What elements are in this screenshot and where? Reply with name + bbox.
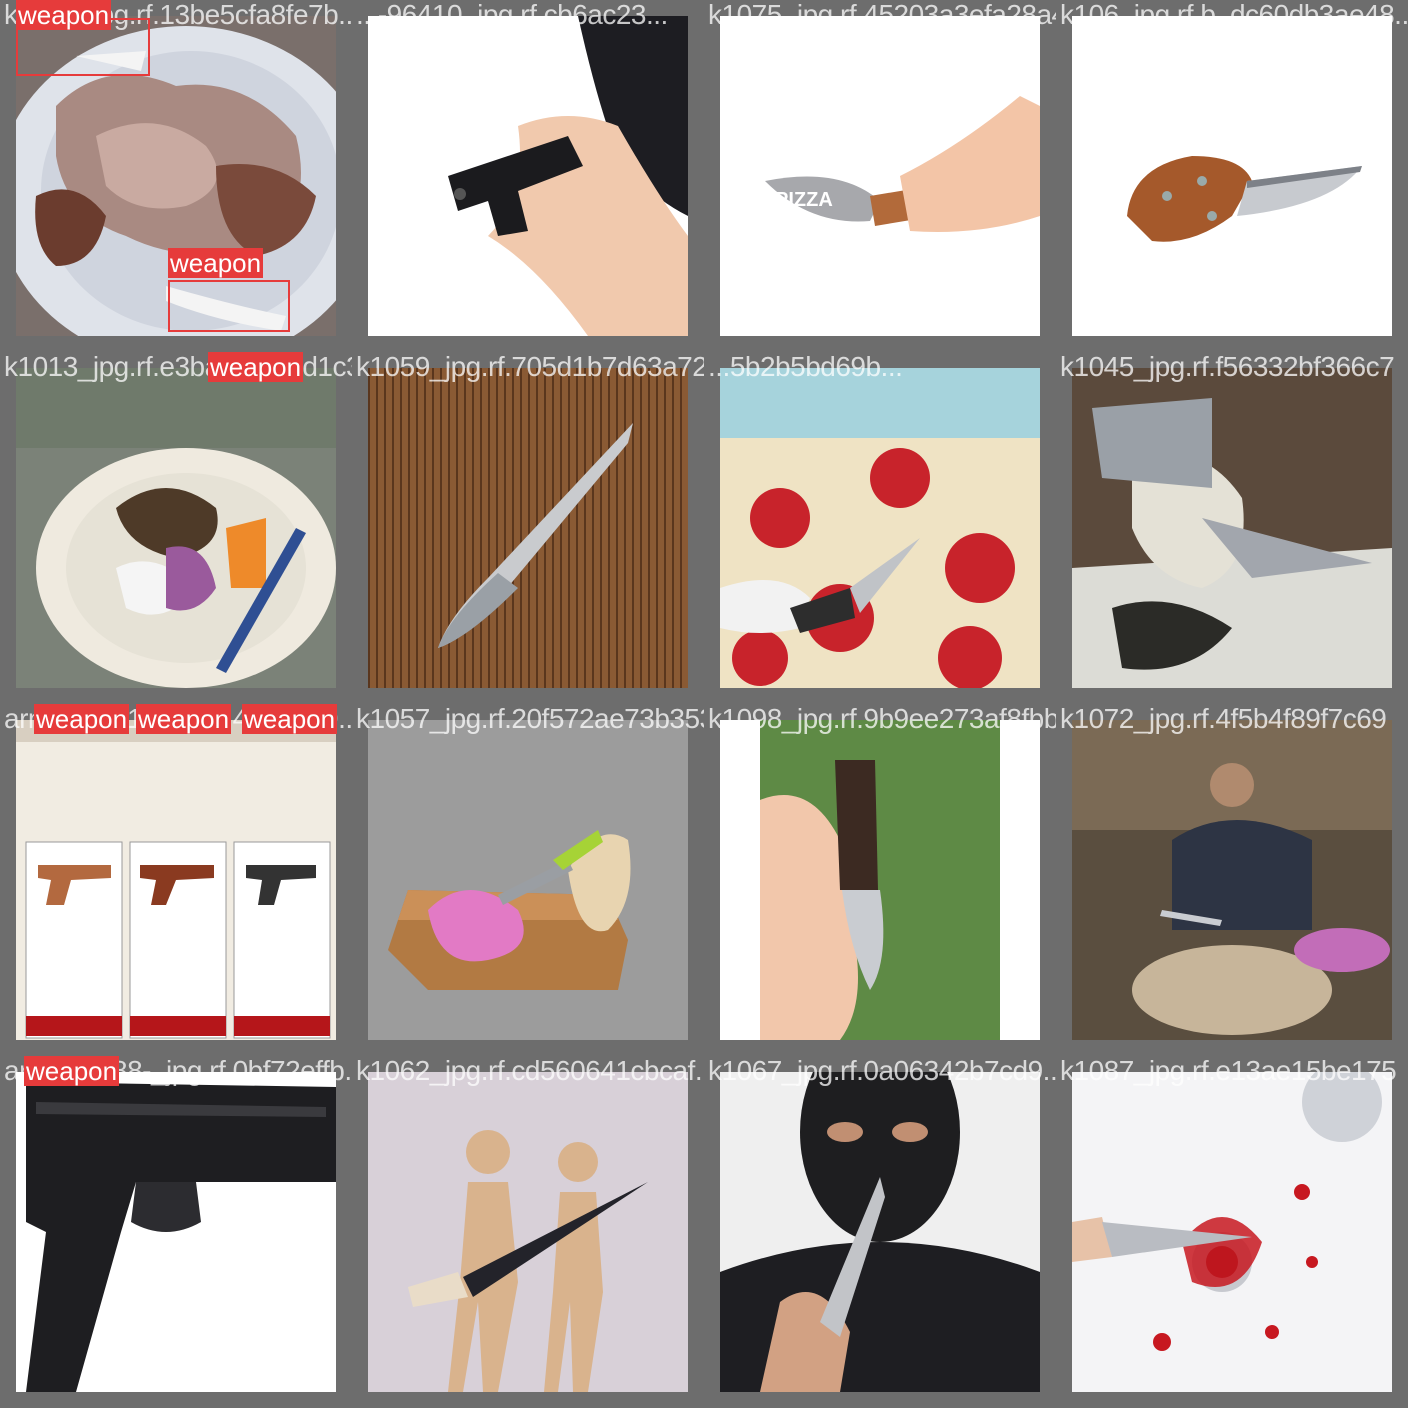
photo-grass-knife [720, 720, 1040, 1040]
image-tile: k1013_jpg.rf.e3baaeaf39d1c3a60...weapon [0, 352, 352, 704]
image-tile: k1067_jpg.rf.0a06342b7cd9...weapon [704, 1056, 1056, 1408]
class-label: weapon [34, 704, 130, 734]
class-label: weapon [136, 704, 232, 734]
bounding-box [168, 280, 290, 332]
photo-rose-knife [720, 368, 1040, 688]
class-label: weapon [168, 248, 264, 278]
photo-blood-sink [1072, 1072, 1392, 1392]
image-tile: k1009_jpg.rf.13be5cfa8fe7b... weapon weapo… [0, 0, 352, 352]
image-tile: armas--988-_jpg.rf.0bf72effb... weapon [0, 1056, 352, 1408]
photo-pizza-knife: PIZZA [720, 16, 1040, 336]
photo-masked-man [720, 1072, 1040, 1392]
photo-bark-knife [1072, 368, 1392, 688]
photo-pink-board [368, 720, 688, 1040]
photo-pistol-white [16, 1072, 336, 1392]
image-tile: k1072_jpg.rf.4f5b4f89f7c69weapon [1056, 704, 1408, 1056]
photo-gun-catalog [16, 720, 336, 1040]
image-tile: k106_jpg.rf.b..dc60db3ae48...weapon [1056, 0, 1408, 352]
svg-text:PIZZA: PIZZA [775, 189, 833, 211]
photo-wood-knife [1072, 16, 1392, 336]
image-tile: ...-96410_jpg.rf.cb6ac23...weapon [352, 0, 704, 352]
class-label: weapon [16, 0, 112, 30]
image-tile: k1087_jpg.rf.e13ae15be175weapon [1056, 1056, 1408, 1408]
photo-pistol-hand [368, 16, 688, 336]
photo-salad-plate [16, 368, 336, 688]
photo-grinder [1072, 720, 1392, 1040]
image-tile: k1057_jpg.rf.20f572ae73b35358b...weapon [352, 704, 704, 1056]
image-tile: ...5b2b5bd69b...weapon [704, 352, 1056, 704]
photo-bamboo-knife [368, 368, 688, 688]
class-label: weapon [208, 352, 304, 382]
image-tile: k1045_jpg.rf.f56332bf366c7weapon [1056, 352, 1408, 704]
image-tile: k1062_jpg.rf.cd560641cbcaf...weapon [352, 1056, 704, 1408]
photo-mannequins [368, 1072, 688, 1392]
detection-grid: k1009_jpg.rf.13be5cfa8fe7b... weapon weapo… [0, 0, 1408, 1408]
class-label: weapon [24, 1056, 120, 1086]
image-tile: k1098_jpg.rf.9b9ee273af8fbb...weapon [704, 704, 1056, 1056]
image-tile: k1059_jpg.rf.705d1b7d63a72ebcae48c455085… [352, 352, 704, 704]
image-tile: PIZZA k1075_jpg.rf.45203a3efa28a4...weap… [704, 0, 1056, 352]
image-tile: armas--981-_jpg.rf.4d48359...weaponweapo… [0, 704, 352, 1056]
class-label: weapon [242, 704, 338, 734]
